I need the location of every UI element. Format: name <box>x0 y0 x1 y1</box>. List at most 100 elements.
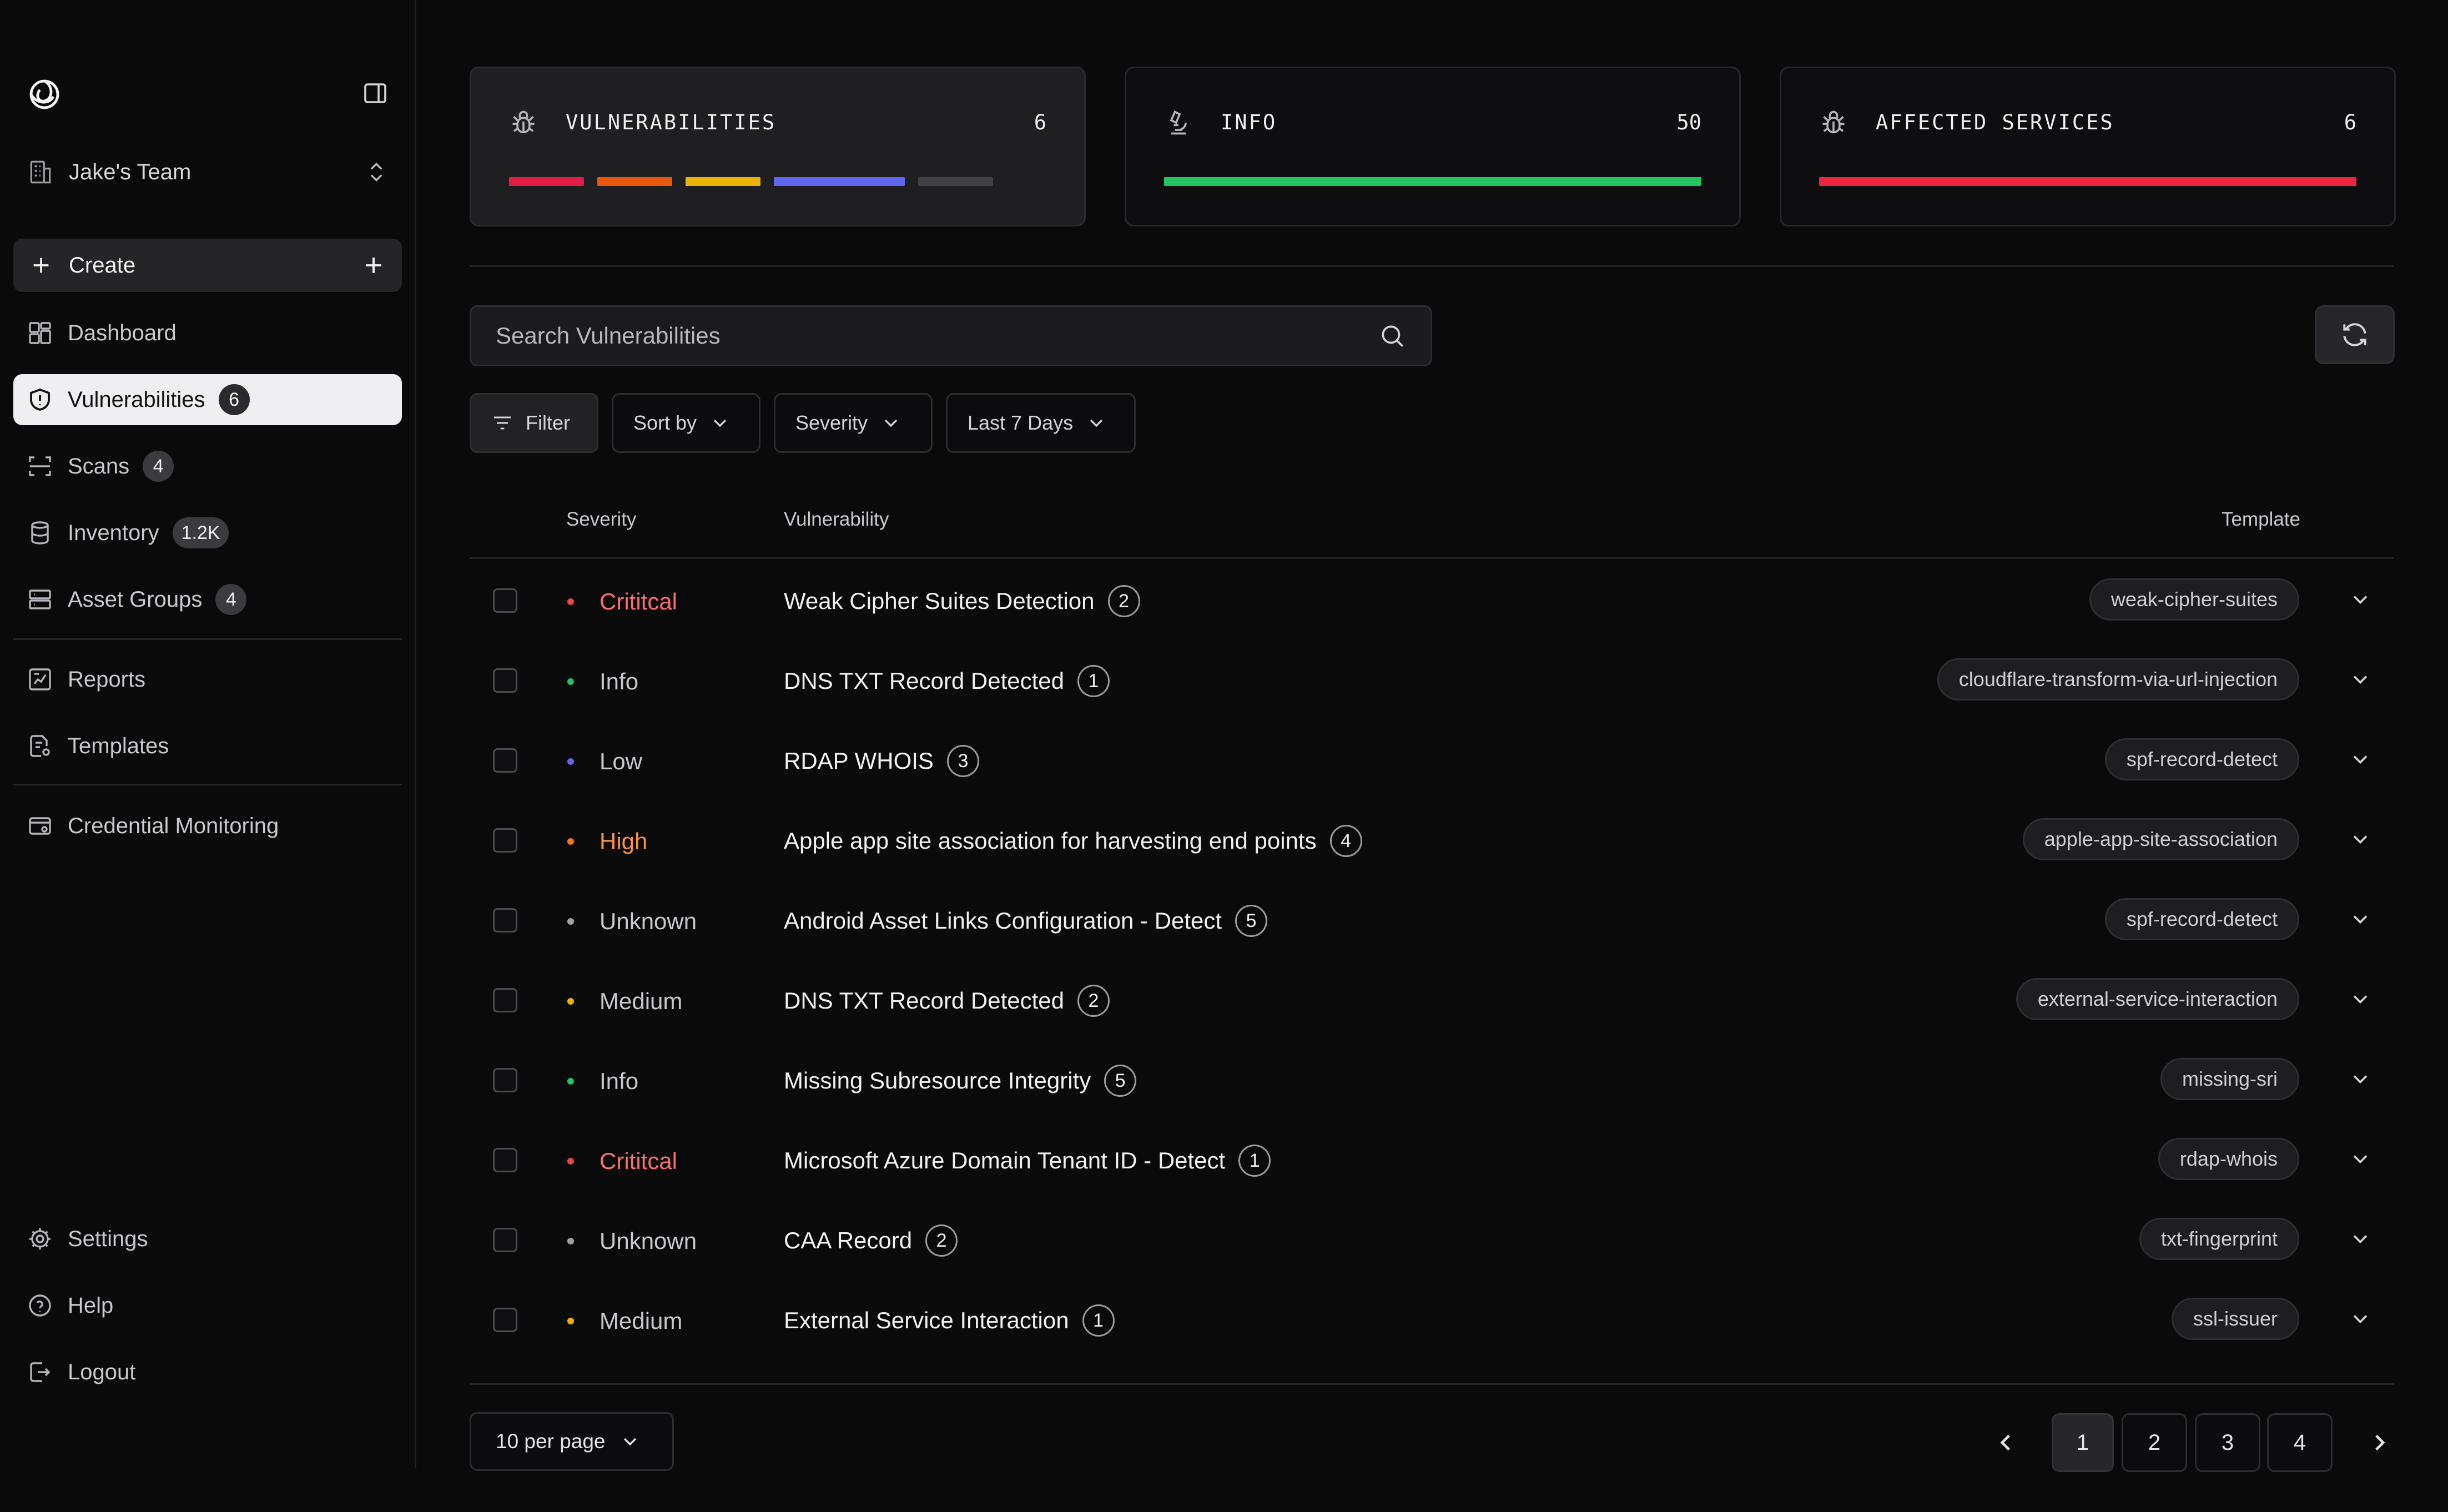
vulnerability-cell[interactable]: Missing Subresource Integrity 5 <box>784 1065 1137 1097</box>
vulnerability-cell[interactable]: Microsoft Azure Domain Tenant ID - Detec… <box>784 1145 1271 1177</box>
stat-card-affected-services[interactable]: AFFECTED SERVICES 6 <box>1780 67 2396 226</box>
sidebar-item-asset-groups[interactable]: Asset Groups 4 <box>13 574 402 625</box>
template-tag[interactable]: weak-cipher-suites <box>2089 578 2299 621</box>
database-icon <box>31 521 49 545</box>
card-title: AFFECTED SERVICES <box>1876 110 2114 134</box>
column-header-template[interactable]: Template <box>2222 508 2300 531</box>
vulnerability-cell[interactable]: External Service Interaction 1 <box>784 1304 1115 1337</box>
sidebar-toggle-icon[interactable] <box>362 80 389 107</box>
search-input[interactable] <box>496 322 1378 349</box>
column-header-severity[interactable]: Severity <box>566 508 636 531</box>
sidebar-item-vulnerabilities[interactable]: Vulnerabilities 6 <box>13 374 402 425</box>
template-tag[interactable]: rdap-whois <box>2158 1138 2299 1180</box>
row-checkbox[interactable] <box>493 1148 517 1172</box>
template-tag[interactable]: cloudflare-transform-via-url-injection <box>1937 658 2299 700</box>
severity-text: Unknown <box>600 908 697 934</box>
template-tag[interactable]: missing-sri <box>2160 1058 2299 1100</box>
table-row[interactable]: Unknown Android Asset Links Configuratio… <box>470 879 2394 959</box>
severity-text: Medium <box>600 1308 683 1334</box>
vulnerability-cell[interactable]: DNS TXT Record Detected 1 <box>784 665 1110 697</box>
page-button-4[interactable]: 4 <box>2267 1413 2333 1472</box>
logo-icon[interactable] <box>27 77 62 112</box>
column-header-vulnerability[interactable]: Vulnerability <box>784 508 889 531</box>
count-badge: 4 <box>143 451 174 482</box>
row-checkbox[interactable] <box>493 908 517 933</box>
sidebar-item-inventory[interactable]: Inventory 1.2K <box>13 507 402 558</box>
chevron-right-icon[interactable] <box>2366 1429 2394 1456</box>
template-tag[interactable]: txt-fingerprint <box>2139 1218 2299 1260</box>
row-checkbox[interactable] <box>493 748 517 773</box>
severity-text: Crititcal <box>600 588 678 614</box>
sort-by-dropdown[interactable]: Sort by <box>612 393 760 453</box>
chevron-down-icon[interactable] <box>2348 747 2373 772</box>
template-tag[interactable]: spf-record-detect <box>2104 738 2299 780</box>
severity-text: Unknown <box>600 1228 697 1254</box>
table-row[interactable]: Low RDAP WHOIS 3 spf-record-detect <box>470 719 2394 799</box>
sidebar-item-help[interactable]: Help <box>13 1280 402 1331</box>
template-tag[interactable]: ssl-issuer <box>2171 1298 2299 1340</box>
chevron-down-icon[interactable] <box>2348 667 2373 692</box>
plus-icon <box>33 258 49 273</box>
sidebar-divider <box>13 784 402 785</box>
sidebar-item-scans[interactable]: Scans 4 <box>13 441 402 492</box>
template-tag[interactable]: external-service-interaction <box>2016 978 2299 1020</box>
chevron-down-icon[interactable] <box>2348 907 2373 931</box>
search-box[interactable] <box>470 305 1432 366</box>
severity-dot <box>567 1238 574 1244</box>
page-button-1[interactable]: 1 <box>2052 1413 2114 1472</box>
sidebar-item-settings[interactable]: Settings <box>13 1213 402 1264</box>
plus-icon <box>366 258 381 273</box>
sidebar-item-reports[interactable]: Reports <box>13 654 402 705</box>
search-icon[interactable] <box>1378 322 1406 350</box>
vulnerability-cell[interactable]: Android Asset Links Configuration - Dete… <box>784 905 1268 937</box>
chevron-down-icon[interactable] <box>2348 827 2373 851</box>
sidebar-item-credential-monitoring[interactable]: Credential Monitoring <box>13 800 402 851</box>
table-row[interactable]: High Apple app site association for harv… <box>470 799 2394 879</box>
table-row[interactable]: Info Missing Subresource Integrity 5 mis… <box>470 1039 2394 1119</box>
stat-card-vulnerabilities[interactable]: VULNERABILITIES 6 <box>470 67 1086 226</box>
severity-text: Info <box>600 668 639 694</box>
chevron-down-icon[interactable] <box>2348 1067 2373 1091</box>
chevron-down-icon[interactable] <box>2348 1147 2373 1171</box>
row-checkbox[interactable] <box>493 668 517 693</box>
per-page-dropdown[interactable]: 10 per page <box>470 1412 674 1471</box>
vulnerability-cell[interactable]: RDAP WHOIS 3 <box>784 745 979 777</box>
refresh-button[interactable] <box>2315 305 2395 364</box>
table-row[interactable]: Crititcal Microsoft Azure Domain Tenant … <box>470 1119 2394 1199</box>
occurrence-count: 5 <box>1235 905 1268 937</box>
row-checkbox[interactable] <box>493 1228 517 1252</box>
table-row[interactable]: Unknown CAA Record 2 txt-fingerprint <box>470 1199 2394 1279</box>
table-row[interactable]: Info DNS TXT Record Detected 1 cloudflar… <box>470 639 2394 719</box>
filter-button[interactable]: Filter <box>470 393 598 453</box>
team-switcher[interactable]: Jake's Team <box>13 150 402 194</box>
sidebar-item-label: Scans <box>68 453 130 478</box>
chevron-down-icon[interactable] <box>2348 587 2373 612</box>
chevron-down-icon[interactable] <box>2348 1227 2373 1251</box>
sidebar-item-logout[interactable]: Logout <box>13 1347 402 1398</box>
table-row[interactable]: Crititcal Weak Cipher Suites Detection 2… <box>470 560 2394 639</box>
vulnerability-cell[interactable]: Apple app site association for harvestin… <box>784 825 1362 857</box>
page-button-2[interactable]: 2 <box>2122 1413 2187 1472</box>
vulnerability-cell[interactable]: CAA Record 2 <box>784 1224 958 1257</box>
vulnerability-cell[interactable]: DNS TXT Record Detected 2 <box>784 985 1110 1017</box>
severity-dropdown[interactable]: Severity <box>774 393 933 453</box>
sidebar-item-dashboard[interactable]: Dashboard <box>13 308 402 359</box>
row-checkbox[interactable] <box>493 828 517 853</box>
vulnerability-cell[interactable]: Weak Cipher Suites Detection 2 <box>784 585 1140 617</box>
page-button-3[interactable]: 3 <box>2195 1413 2260 1472</box>
sidebar-item-templates[interactable]: Templates <box>13 720 402 772</box>
create-button[interactable]: Create <box>13 239 402 292</box>
stat-card-info[interactable]: INFO 50 <box>1125 67 1741 226</box>
chevron-left-icon[interactable] <box>1992 1429 2019 1456</box>
chevron-down-icon[interactable] <box>2348 987 2373 1011</box>
row-checkbox[interactable] <box>493 988 517 1012</box>
chevron-down-icon[interactable] <box>2348 1307 2373 1331</box>
date-range-dropdown[interactable]: Last 7 Days <box>946 393 1136 453</box>
row-checkbox[interactable] <box>493 588 517 613</box>
row-checkbox[interactable] <box>493 1308 517 1332</box>
template-tag[interactable]: apple-app-site-association <box>2022 818 2299 860</box>
table-row[interactable]: Medium External Service Interaction 1 ss… <box>470 1279 2394 1359</box>
table-row[interactable]: Medium DNS TXT Record Detected 2 externa… <box>470 959 2394 1039</box>
row-checkbox[interactable] <box>493 1068 517 1092</box>
template-tag[interactable]: spf-record-detect <box>2104 898 2299 940</box>
